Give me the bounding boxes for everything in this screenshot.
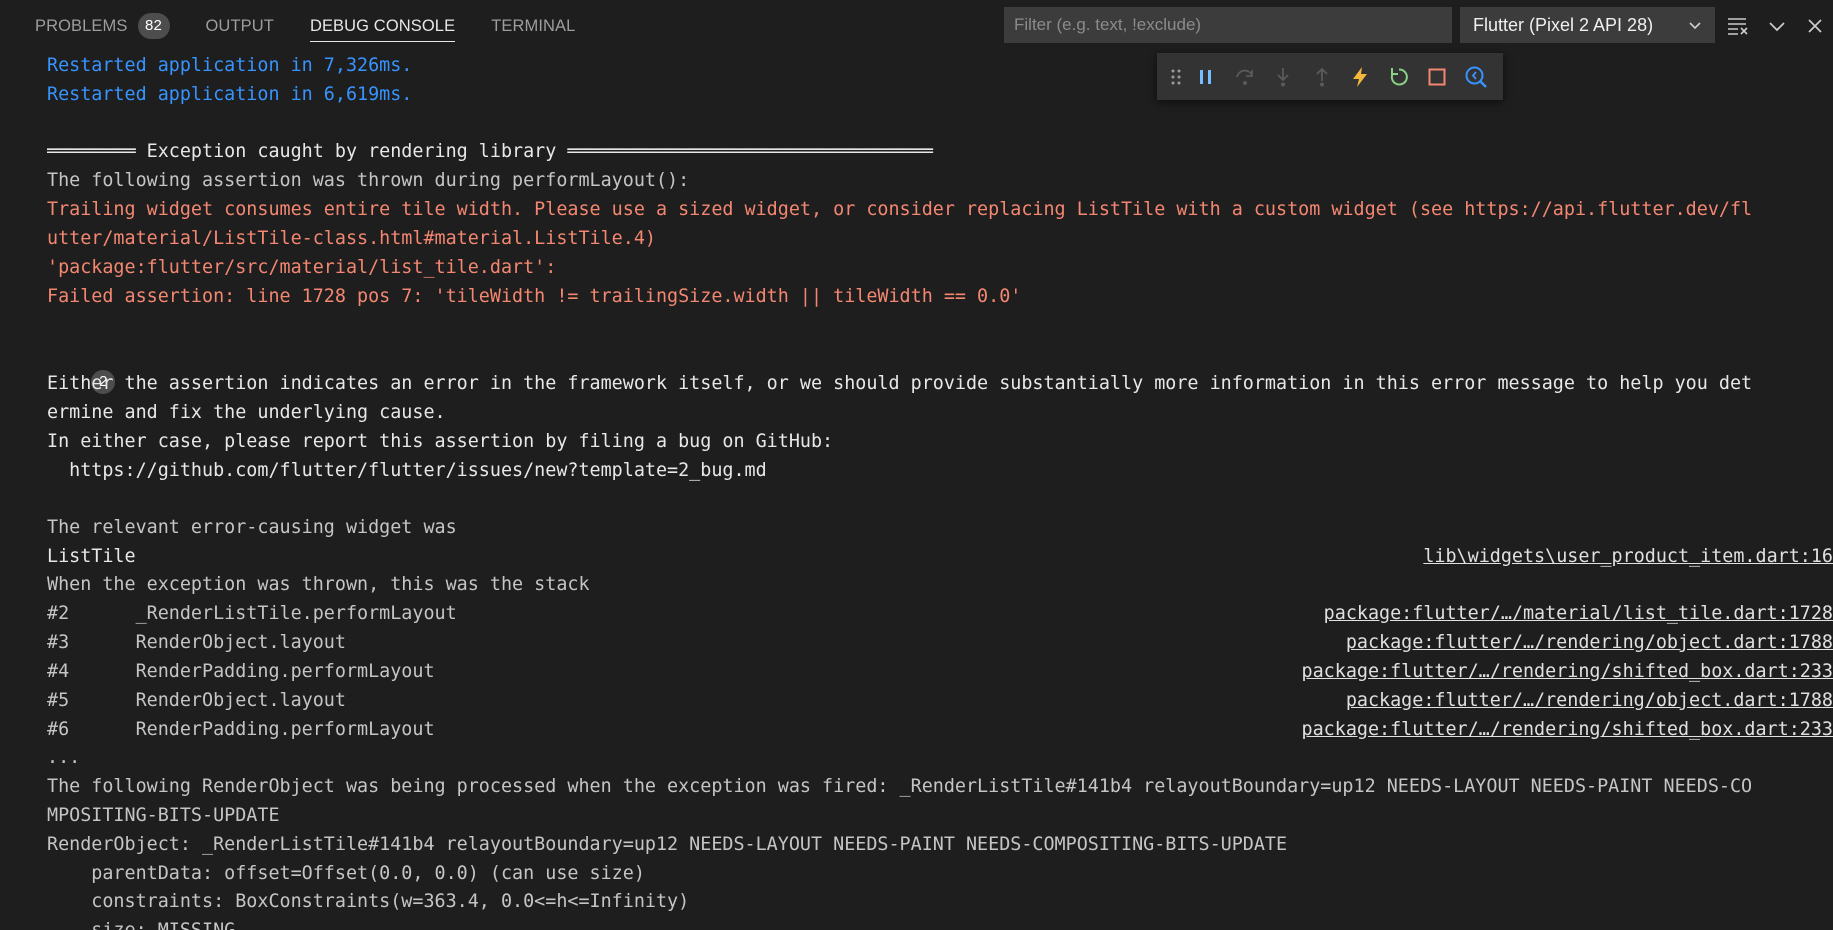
source-link[interactable]: lib\widgets\user_product_item.dart:16: [1423, 545, 1833, 569]
chevron-down-icon[interactable]: [1765, 14, 1789, 38]
console-line: In either case, please report this asser…: [47, 431, 834, 452]
stack-frame-link[interactable]: package:flutter/…/rendering/shifted_box.…: [1302, 718, 1833, 742]
stop-icon: [1428, 68, 1446, 85]
exception-header: ════════ Exception caught by rendering l…: [47, 141, 933, 162]
toolbar-drag-handle[interactable]: [1165, 58, 1187, 96]
inspect-widget-button[interactable]: [1457, 58, 1496, 96]
step-into-icon: [1277, 67, 1289, 86]
grip-icon: [1171, 69, 1181, 84]
close-icon[interactable]: [1803, 14, 1827, 38]
debug-session-select[interactable]: Flutter (Pixel 2 API 28): [1460, 7, 1715, 43]
console-line: The relevant error-causing widget was: [47, 517, 457, 538]
console-line: When the exception was thrown, this was …: [47, 574, 590, 595]
console-line: https://github.com/flutter/flutter/issue…: [47, 460, 767, 481]
stack-frame-link[interactable]: package:flutter/…/rendering/shifted_box.…: [1302, 660, 1833, 684]
error-line: 'package:flutter/src/material/list_tile.…: [47, 257, 557, 278]
repeat-group[interactable]: 2: [47, 345, 116, 394]
error-line: Trailing widget consumes entire tile wid…: [47, 199, 1753, 220]
hot-restart-button[interactable]: [1380, 58, 1419, 96]
console-line: parentData: offset=Offset(0.0, 0.0) (can…: [47, 863, 645, 884]
pause-button[interactable]: [1187, 58, 1226, 96]
console-line: Either the assertion indicates an error …: [47, 373, 1753, 394]
hot-restart-icon: [1390, 67, 1408, 85]
tab-label: PROBLEMS: [35, 16, 128, 35]
stack-frame: #2 _RenderListTile.performLayout: [47, 603, 457, 624]
tab-terminal[interactable]: TERMINAL: [491, 0, 575, 52]
stack-frame: #6 RenderPadding.performLayout: [47, 719, 435, 740]
step-into-button[interactable]: [1264, 58, 1303, 96]
step-over-button[interactable]: [1226, 58, 1265, 96]
debug-console-output: Restarted application in 7,326ms. Restar…: [47, 53, 1833, 930]
console-line: ermine and fix the underlying cause.: [47, 402, 446, 423]
hot-reload-button[interactable]: [1341, 58, 1380, 96]
console-line: constraints: BoxConstraints(w=363.4, 0.0…: [47, 891, 690, 912]
tab-debug-console[interactable]: DEBUG CONSOLE: [309, 0, 456, 52]
step-out-button[interactable]: [1303, 58, 1342, 96]
panel-tabs: PROBLEMS 82 OUTPUT DEBUG CONSOLE TERMINA…: [35, 0, 611, 52]
tab-output[interactable]: OUTPUT: [206, 0, 274, 52]
problems-count-badge: 82: [137, 13, 170, 39]
clear-console-icon[interactable]: [1726, 14, 1750, 38]
tab-label: OUTPUT: [205, 16, 274, 35]
step-over-icon: [1235, 69, 1253, 85]
panel-header: PROBLEMS 82 OUTPUT DEBUG CONSOLE TERMINA…: [0, 0, 1833, 52]
tab-problems[interactable]: PROBLEMS 82: [35, 0, 170, 52]
stack-frame-link[interactable]: package:flutter/…/rendering/object.dart:…: [1346, 689, 1833, 713]
stack-frame: #5 RenderObject.layout: [47, 690, 346, 711]
debug-toolbar: [1157, 53, 1503, 100]
error-line: utter/material/ListTile-class.html#mater…: [47, 228, 656, 249]
console-line: Restarted application in 7,326ms.: [47, 55, 413, 76]
console-line: Restarted application in 6,619ms.: [47, 84, 413, 105]
debug-session-label: Flutter (Pixel 2 API 28): [1473, 14, 1654, 35]
stack-frame-link[interactable]: package:flutter/…/rendering/object.dart:…: [1346, 631, 1833, 655]
hot-reload-icon: [1353, 66, 1368, 87]
tab-label: DEBUG CONSOLE: [309, 16, 456, 35]
tab-label: TERMINAL: [491, 16, 576, 35]
stop-button[interactable]: [1418, 58, 1457, 96]
console-line: MPOSITING-BITS-UPDATE: [47, 805, 280, 826]
inspect-widget-icon: [1465, 66, 1487, 88]
step-out-icon: [1316, 67, 1328, 86]
error-line: Failed assertion: line 1728 pos 7: 'tile…: [47, 286, 1022, 307]
stack-frame-link[interactable]: package:flutter/…/material/list_tile.dar…: [1324, 602, 1833, 626]
stack-frame: #4 RenderPadding.performLayout: [47, 661, 435, 682]
pause-icon: [1200, 69, 1212, 84]
console-line: ...: [47, 747, 81, 768]
console-line: RenderObject: _RenderListTile#141b4 rela…: [47, 834, 1288, 855]
console-line: The following assertion was thrown durin…: [47, 170, 690, 191]
widget-name: ListTile: [47, 546, 136, 567]
console-line: The following RenderObject was being pro…: [47, 776, 1753, 797]
filter-input[interactable]: [1004, 7, 1452, 43]
console-line: size: MISSING: [47, 919, 235, 930]
chevron-down-icon: [1689, 22, 1701, 30]
stack-frame: #3 RenderObject.layout: [47, 632, 346, 653]
